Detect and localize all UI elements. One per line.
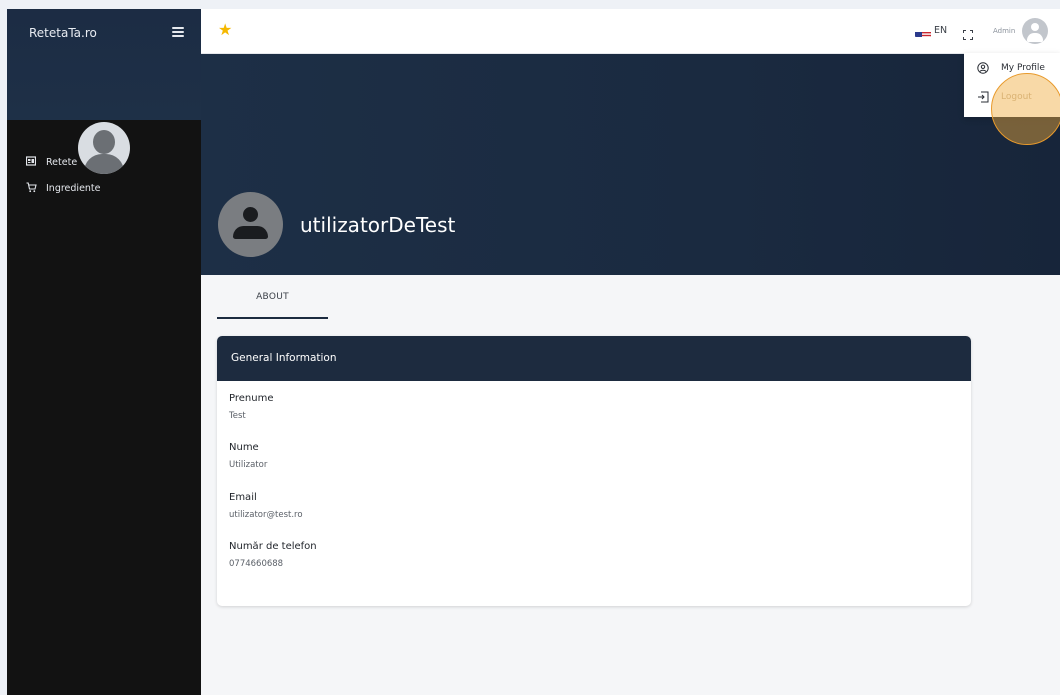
profile-banner: utilizatorDeTest (201, 54, 1060, 275)
sidebar: RetetaTa.ro Retete Ingrediente (7, 9, 201, 695)
sidebar-item-retete[interactable]: Retete (25, 156, 77, 168)
click-highlight (991, 73, 1060, 145)
field-label-prenume: Prenume (229, 393, 274, 404)
tab-about[interactable]: ABOUT (217, 292, 328, 302)
field-value-telefon: 0774660688 (229, 559, 284, 569)
field-value-email: utilizator@test.ro (229, 510, 303, 520)
fullscreen-icon[interactable] (963, 25, 973, 40)
sidebar-item-label: Ingrediente (46, 182, 101, 194)
user-avatar[interactable] (1022, 18, 1048, 44)
field-label-nume: Nume (229, 442, 259, 453)
sidebar-avatar (78, 122, 130, 174)
menu-item-label: My Profile (1001, 63, 1045, 73)
user-name[interactable]: Admin (993, 27, 1015, 35)
tab-active-indicator (217, 317, 328, 319)
star-icon[interactable]: ★ (218, 20, 232, 40)
general-information-card: General Information Prenume Test Nume Ut… (217, 336, 971, 606)
field-label-telefon: Număr de telefon (229, 541, 317, 552)
user-circle-icon (977, 62, 989, 74)
brand-logo-text[interactable]: RetetaTa.ro (29, 26, 97, 40)
sidebar-header: RetetaTa.ro (7, 9, 201, 120)
hamburger-menu-icon[interactable] (172, 27, 184, 37)
cart-icon (25, 182, 37, 194)
field-value-nume: Utilizator (229, 460, 268, 470)
app-window: RetetaTa.ro Retete Ingrediente ★ EN Admi… (7, 9, 1060, 695)
field-value-prenume: Test (229, 411, 246, 421)
field-label-email: Email (229, 492, 257, 503)
profile-avatar (218, 192, 283, 257)
us-flag-icon[interactable] (915, 27, 931, 37)
card-title: General Information (217, 336, 971, 381)
sidebar-item-ingrediente[interactable]: Ingrediente (25, 182, 101, 194)
profile-username: utilizatorDeTest (300, 213, 456, 237)
recipes-icon (25, 156, 37, 168)
logout-icon (977, 91, 989, 103)
language-selector[interactable]: EN (934, 25, 947, 36)
topbar: ★ EN Admin (201, 9, 1060, 54)
sidebar-item-label: Retete (46, 156, 78, 168)
